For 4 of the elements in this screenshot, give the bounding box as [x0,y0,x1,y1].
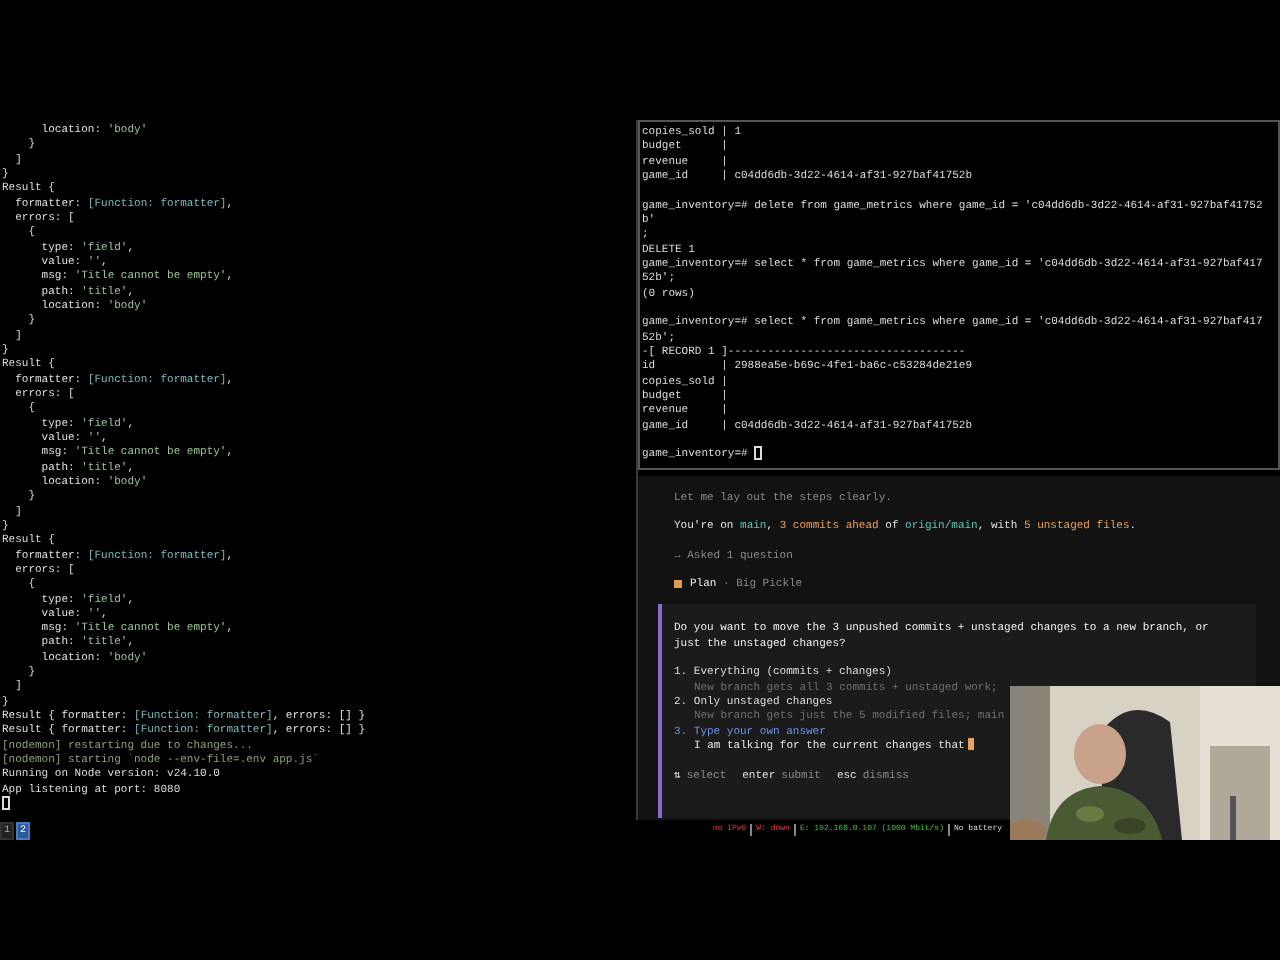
text-cursor [968,738,975,751]
square-icon [674,579,682,588]
text-cursor [754,446,763,461]
text-cursor [2,796,10,811]
